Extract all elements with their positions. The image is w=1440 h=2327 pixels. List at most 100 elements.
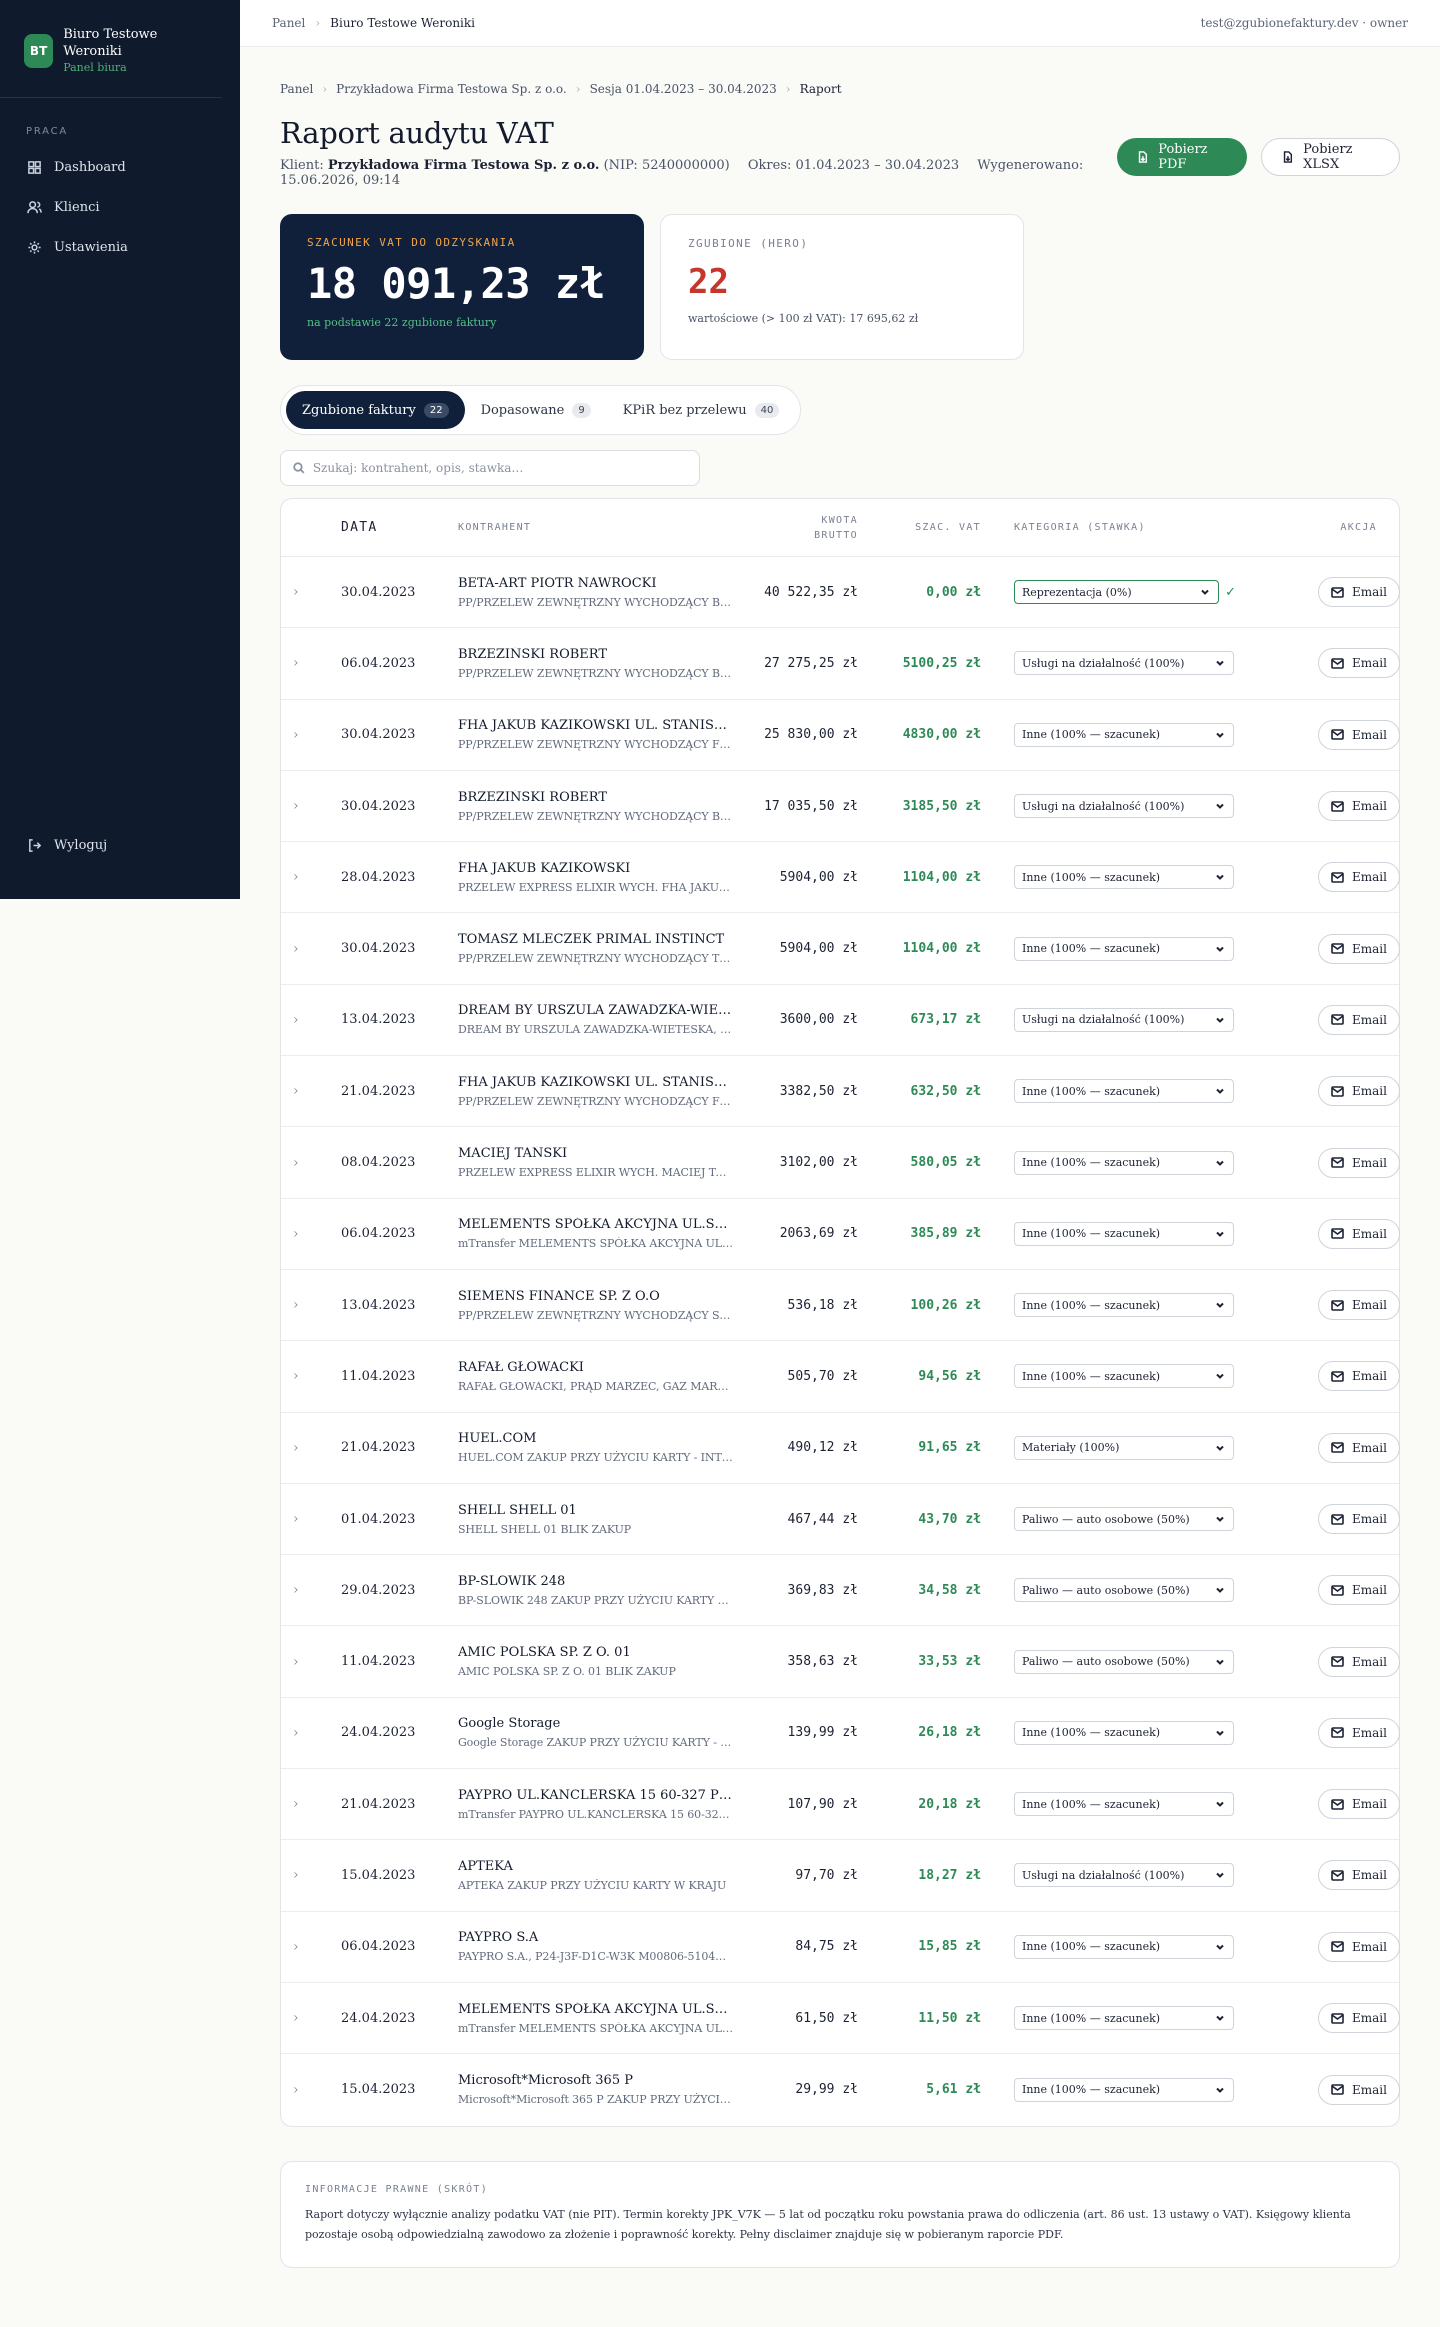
email-button[interactable]: Email	[1318, 577, 1400, 608]
category-select[interactable]: Inne (100% — szacunek)	[1014, 1150, 1234, 1175]
tab-kpir[interactable]: KPiR bez przelewu 40	[607, 391, 796, 429]
email-button[interactable]: Email	[1318, 1931, 1400, 1962]
email-button[interactable]: Email	[1318, 1575, 1400, 1606]
chevron-right-icon[interactable]: ›	[281, 1226, 341, 1242]
table-row[interactable]: › 30.04.2023 BRZEZIŃSKI ROBERT PP/PRZELEW Z…	[281, 771, 1400, 843]
email-button[interactable]: Email	[1318, 648, 1400, 679]
email-button[interactable]: Email	[1318, 1147, 1400, 1178]
category-select[interactable]: Inne (100% — szacunek)	[1014, 1221, 1234, 1246]
email-button[interactable]: Email	[1318, 862, 1400, 893]
chevron-right-icon[interactable]: ›	[281, 1012, 341, 1028]
table-row[interactable]: › 08.04.2023 MACIEJ TAŃSKI PRZELEW EXPRESS …	[281, 1127, 1400, 1199]
email-button[interactable]: Email	[1318, 1789, 1400, 1820]
chevron-right-icon[interactable]: ›	[281, 1725, 341, 1741]
breadcrumb-item[interactable]: Sesja 01.04.2023 – 30.04.2023	[590, 82, 777, 96]
chevron-right-icon[interactable]: ›	[281, 1083, 341, 1099]
table-row[interactable]: › 24.04.2023 Google Storage Google Storage …	[281, 1698, 1400, 1770]
category-select[interactable]: Inne (100% — szacunek)	[1014, 1293, 1234, 1318]
table-row[interactable]: › 30.04.2023 FHA JAKUB KAZIKOWSKI UL. STAN…	[281, 700, 1400, 771]
category-select[interactable]: Usługi na działalność (100%)	[1014, 1007, 1234, 1032]
chevron-right-icon[interactable]: ›	[281, 1796, 341, 1812]
category-select[interactable]: Paliwo — auto osobowe (50%)	[1014, 1649, 1234, 1674]
chevron-right-icon[interactable]: ›	[281, 727, 341, 743]
chevron-right-icon[interactable]: ›	[281, 1155, 341, 1171]
email-button[interactable]: Email	[1318, 1860, 1400, 1891]
email-button[interactable]: Email	[1318, 719, 1400, 750]
category-select[interactable]: Inne (100% — szacunek)	[1014, 865, 1234, 890]
chevron-right-icon[interactable]: ›	[281, 1939, 341, 1955]
tab-dopasowane[interactable]: Dopasowane 9	[465, 391, 607, 429]
table-row[interactable]: › 30.04.2023 BETA-ART PIOTR NAWROCKI PP/PRZ…	[281, 557, 1400, 629]
col-vat[interactable]: SZAC. VAT	[858, 520, 981, 535]
user-menu[interactable]: test@zgubionefaktury.dev · owner	[1201, 16, 1408, 30]
email-button[interactable]: Email	[1318, 933, 1400, 964]
table-row[interactable]: › 15.04.2023 Microsoft*Microsoft 365 P Micr…	[281, 2054, 1400, 2125]
email-button[interactable]: Email	[1318, 1646, 1400, 1677]
chevron-right-icon[interactable]: ›	[281, 798, 341, 814]
category-select[interactable]: Inne (100% — szacunek)	[1014, 1792, 1234, 1817]
chevron-right-icon[interactable]: ›	[281, 584, 341, 600]
category-select[interactable]: Usługi na działalność (100%)	[1014, 651, 1234, 676]
breadcrumb-item[interactable]: Przykładowa Firma Testowa Sp. z o.o.	[336, 82, 567, 96]
category-select[interactable]: Materiały (100%)	[1014, 1435, 1234, 1460]
table-row[interactable]: › 21.04.2023 HUEL.COM HUEL.COM ZAKUP PRZY U…	[281, 1413, 1400, 1484]
sidebar-item-dashboard[interactable]: Dashboard	[0, 147, 240, 187]
topbar-crumb-root[interactable]: Panel	[272, 16, 305, 30]
email-button[interactable]: Email	[1318, 2074, 1400, 2105]
table-row[interactable]: › 11.04.2023 RAFAŁ GŁOWACKI RAFAŁ GŁOWACKI,…	[281, 1341, 1400, 1413]
table-row[interactable]: › 13.04.2023 SIEMENS FINANCE SP. Z O.O PP/P…	[281, 1270, 1400, 1342]
table-row[interactable]: › 21.04.2023 FHA JAKUB KAZIKOWSKI UL. STAN…	[281, 1056, 1400, 1128]
chevron-right-icon[interactable]: ›	[281, 869, 341, 885]
email-button[interactable]: Email	[1318, 1361, 1400, 1392]
sidebar-item-ustawienia[interactable]: Ustawienia	[0, 227, 240, 267]
email-button[interactable]: Email	[1318, 1076, 1400, 1107]
col-amount[interactable]: KWOTA BRUTTO	[733, 513, 858, 543]
category-select[interactable]: Usługi na działalność (100%)	[1014, 1863, 1234, 1888]
table-row[interactable]: › 06.04.2023 MELEMENTS SPÓŁKA AKCYJNA UL.S…	[281, 1199, 1400, 1270]
col-date[interactable]: DATA	[341, 520, 458, 535]
chevron-right-icon[interactable]: ›	[281, 2082, 341, 2098]
search-input[interactable]	[312, 461, 687, 475]
category-select[interactable]: Inne (100% — szacunek)	[1014, 2006, 1234, 2031]
email-button[interactable]: Email	[1318, 1504, 1400, 1534]
chevron-right-icon[interactable]: ›	[281, 2010, 341, 2026]
email-button[interactable]: Email	[1318, 1290, 1400, 1321]
chevron-right-icon[interactable]: ›	[281, 1368, 341, 1384]
table-row[interactable]: › 06.04.2023 BRZEZIŃSKI ROBERT PP/PRZELEW Z…	[281, 628, 1400, 700]
chevron-right-icon[interactable]: ›	[281, 1297, 341, 1313]
chevron-right-icon[interactable]: ›	[281, 941, 341, 957]
tab-zgubione[interactable]: Zgubione faktury 22	[286, 391, 465, 429]
email-button[interactable]: Email	[1318, 1218, 1400, 1249]
table-row[interactable]: › 15.04.2023 APTEKA APTEKA ZAKUP PRZY UŻYCI…	[281, 1840, 1400, 1912]
email-button[interactable]: Email	[1318, 1004, 1400, 1035]
table-row[interactable]: › 21.04.2023 PAYPRO UL.KANCLERSKA 15 60-32…	[281, 1769, 1400, 1841]
table-row[interactable]: › 11.04.2023 AMIC POLSKA SP. Z O. 01 AMIC P…	[281, 1626, 1400, 1698]
table-row[interactable]: › 06.04.2023 PAYPRO S.A PAYPRO S.A., P24-J3…	[281, 1912, 1400, 1983]
email-button[interactable]: Email	[1318, 2003, 1400, 2034]
chevron-right-icon[interactable]: ›	[281, 1511, 341, 1527]
category-select[interactable]: Inne (100% — szacunek)	[1014, 1720, 1234, 1745]
table-row[interactable]: › 24.04.2023 MELEMENTS SPÓŁKA AKCYJNA UL.S…	[281, 1983, 1400, 2055]
category-select[interactable]: Inne (100% — szacunek)	[1014, 1934, 1234, 1959]
table-row[interactable]: › 13.04.2023 DREAM BY URSZULA ZAWADZKA-WIE…	[281, 985, 1400, 1057]
category-select[interactable]: Inne (100% — szacunek)	[1014, 1364, 1234, 1389]
table-row[interactable]: › 28.04.2023 FHA JAKUB KAZIKOWSKI PRZELEW E…	[281, 842, 1400, 914]
chevron-right-icon[interactable]: ›	[281, 655, 341, 671]
table-row[interactable]: › 01.04.2023 SHELL SHELL 01 SHELL SHELL 01 …	[281, 1484, 1400, 1556]
table-row[interactable]: › 30.04.2023 TOMASZ MLECZEK PRIMAL INSTINC…	[281, 913, 1400, 985]
category-select[interactable]: Reprezentacja (0%)	[1014, 580, 1220, 605]
sidebar-item-klienci[interactable]: Klienci	[0, 187, 240, 227]
category-select[interactable]: Inne (100% — szacunek)	[1014, 2077, 1234, 2102]
email-button[interactable]: Email	[1318, 791, 1400, 822]
category-select[interactable]: Usługi na działalność (100%)	[1014, 794, 1234, 819]
chevron-right-icon[interactable]: ›	[281, 1867, 341, 1883]
download-xlsx-button[interactable]: Pobierz XLSX	[1261, 138, 1400, 176]
chevron-right-icon[interactable]: ›	[281, 1654, 341, 1670]
brand[interactable]: BT Biuro Testowe Weroniki Panel biura	[0, 0, 222, 98]
col-contractor[interactable]: KONTRAHENT	[458, 522, 733, 533]
breadcrumb-item[interactable]: Panel	[280, 82, 313, 96]
chevron-right-icon[interactable]: ›	[281, 1440, 341, 1456]
category-select[interactable]: Paliwo — auto osobowe (50%)	[1014, 1507, 1234, 1531]
download-pdf-button[interactable]: Pobierz PDF	[1117, 138, 1248, 176]
category-select[interactable]: Paliwo — auto osobowe (50%)	[1014, 1578, 1234, 1603]
